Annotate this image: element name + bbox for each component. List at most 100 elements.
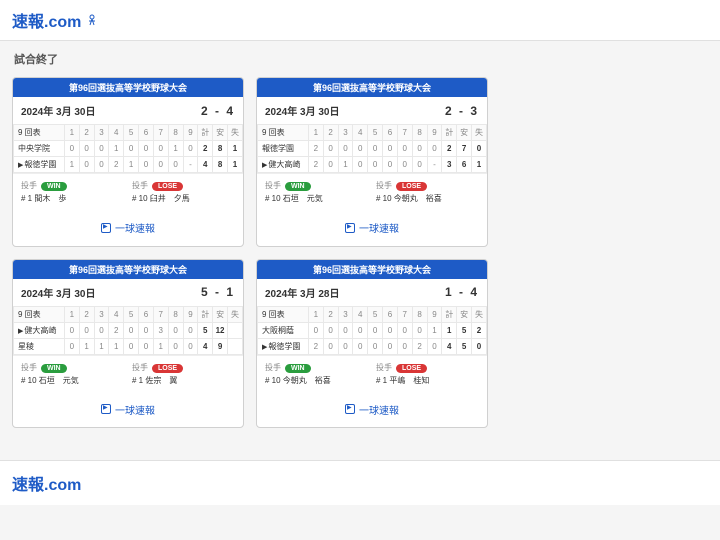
inning-score: 0 bbox=[412, 141, 427, 157]
inning-col: 2 bbox=[323, 306, 338, 322]
lose-badge: LOSE bbox=[152, 364, 183, 373]
team-name: 報徳学園 bbox=[14, 157, 65, 173]
inning-score: 1 bbox=[427, 322, 442, 338]
inning-score: 0 bbox=[412, 157, 427, 173]
win-badge: WIN bbox=[41, 364, 67, 373]
inning-col: 3 bbox=[94, 306, 109, 322]
total-col: 計 bbox=[442, 306, 457, 322]
score-summary: 5 - 1 bbox=[201, 285, 235, 299]
inning-score: 0 bbox=[368, 338, 383, 354]
game-date: 2024年 3月 30日 bbox=[21, 285, 96, 300]
team-row: 報徳学園200000000270 bbox=[258, 141, 487, 157]
game-date: 2024年 3月 28日 bbox=[265, 285, 340, 300]
total-score: 2 bbox=[442, 141, 457, 157]
inning-score: 2 bbox=[308, 157, 323, 173]
inning-score: 0 bbox=[397, 322, 412, 338]
pitcher-name: # 10 今朝丸 裕喜 bbox=[376, 193, 479, 204]
total-score: 5 bbox=[457, 338, 472, 354]
tournament-name: 第96回選抜高等学校野球大会 bbox=[257, 78, 487, 97]
inning-score: 0 bbox=[64, 322, 79, 338]
link-row: 一球速報 bbox=[13, 210, 243, 246]
inning-col: 9 bbox=[427, 125, 442, 141]
total-col: 安 bbox=[457, 125, 472, 141]
play-icon bbox=[345, 404, 355, 414]
inning-score: 0 bbox=[79, 322, 94, 338]
inning-score: 0 bbox=[427, 338, 442, 354]
link-label: 一球速報 bbox=[359, 220, 399, 235]
inning-score: 1 bbox=[109, 141, 124, 157]
inning-score: 0 bbox=[139, 141, 154, 157]
inning-score: 0 bbox=[353, 322, 368, 338]
inning-score: 0 bbox=[383, 338, 398, 354]
win-badge: WIN bbox=[285, 182, 311, 191]
pitcher-label: 投手 bbox=[376, 363, 392, 372]
pitcher-name: # 1 佐宗 翼 bbox=[132, 375, 235, 386]
live-link[interactable]: 一球速報 bbox=[345, 220, 399, 235]
site-logo[interactable]: 速報.com bbox=[12, 8, 708, 32]
inning-score: 0 bbox=[94, 141, 109, 157]
inning-col: 3 bbox=[94, 125, 109, 141]
team-name: 健大高崎 bbox=[258, 157, 309, 173]
pitcher-label: 投手 bbox=[132, 181, 148, 190]
team-name: 報徳学園 bbox=[258, 141, 309, 157]
site-footer: 速報.com bbox=[0, 460, 720, 505]
team-name: 報徳学園 bbox=[258, 338, 309, 354]
inning-table: 9 回表123456789計安失健大高崎000200300512星稜011100… bbox=[13, 306, 243, 355]
inning-col: 6 bbox=[139, 306, 154, 322]
total-score: 8 bbox=[213, 157, 228, 173]
win-pitcher: 投手WIN# 10 石垣 元気 bbox=[265, 180, 368, 204]
total-score: 0 bbox=[471, 338, 486, 354]
site-header: 速報.com bbox=[0, 0, 720, 41]
logo-text: 速報.com bbox=[12, 8, 81, 32]
live-link[interactable]: 一球速報 bbox=[101, 220, 155, 235]
inning-col: 2 bbox=[79, 306, 94, 322]
inning-col: 7 bbox=[153, 125, 168, 141]
inning-score: 1 bbox=[94, 338, 109, 354]
inning-score: 2 bbox=[308, 141, 323, 157]
inning-score: 0 bbox=[139, 338, 154, 354]
inning-col: 1 bbox=[308, 125, 323, 141]
total-score: 1 bbox=[227, 157, 242, 173]
footer-logo[interactable]: 速報.com bbox=[12, 471, 708, 495]
team-name: 星稜 bbox=[14, 338, 65, 354]
total-score: 1 bbox=[442, 322, 457, 338]
inning-col: 4 bbox=[109, 306, 124, 322]
live-link[interactable]: 一球速報 bbox=[101, 402, 155, 417]
inning-score: 0 bbox=[368, 141, 383, 157]
lose-badge: LOSE bbox=[396, 364, 427, 373]
inning-score: 0 bbox=[323, 157, 338, 173]
total-score: 5 bbox=[457, 322, 472, 338]
total-score bbox=[227, 338, 242, 354]
inning-score: 0 bbox=[308, 322, 323, 338]
inning-score: 2 bbox=[109, 157, 124, 173]
pitcher-label: 投手 bbox=[376, 181, 392, 190]
inning-score: 0 bbox=[94, 322, 109, 338]
pitcher-label: 投手 bbox=[21, 363, 37, 372]
play-icon bbox=[101, 223, 111, 233]
inning-col: 1 bbox=[308, 306, 323, 322]
link-row: 一球速報 bbox=[257, 392, 487, 428]
inning-score: 0 bbox=[412, 322, 427, 338]
inning-score: - bbox=[427, 157, 442, 173]
inning-col: 7 bbox=[397, 306, 412, 322]
date-score-row: 2024年 3月 30日2 - 3 bbox=[257, 97, 487, 124]
game-cards: 第96回選抜高等学校野球大会2024年 3月 30日2 - 49 回表12345… bbox=[0, 77, 720, 440]
inning-col: 5 bbox=[368, 306, 383, 322]
link-row: 一球速報 bbox=[13, 392, 243, 428]
logo-icon bbox=[85, 13, 99, 27]
inning-score: 1 bbox=[64, 157, 79, 173]
pitcher-name: # 1 間木 歩 bbox=[21, 193, 124, 204]
inning-score: 0 bbox=[338, 322, 353, 338]
inning-col: 8 bbox=[168, 125, 183, 141]
inning-score: 0 bbox=[323, 322, 338, 338]
total-col: 計 bbox=[442, 125, 457, 141]
inning-col: 1 bbox=[64, 125, 79, 141]
score-summary: 2 - 3 bbox=[445, 104, 479, 118]
date-score-row: 2024年 3月 30日 5 - 1 bbox=[13, 279, 243, 306]
pitcher-label: 投手 bbox=[265, 363, 281, 372]
inning-col: 5 bbox=[124, 125, 139, 141]
lose-pitcher: 投手LOSE# 1 平嶋 桂知 bbox=[376, 362, 479, 386]
inning-table: 9 回表123456789計安失大阪桐蔭000000001152報徳学園2000… bbox=[257, 306, 487, 355]
inning-col: 4 bbox=[109, 125, 124, 141]
live-link[interactable]: 一球速報 bbox=[345, 402, 399, 417]
